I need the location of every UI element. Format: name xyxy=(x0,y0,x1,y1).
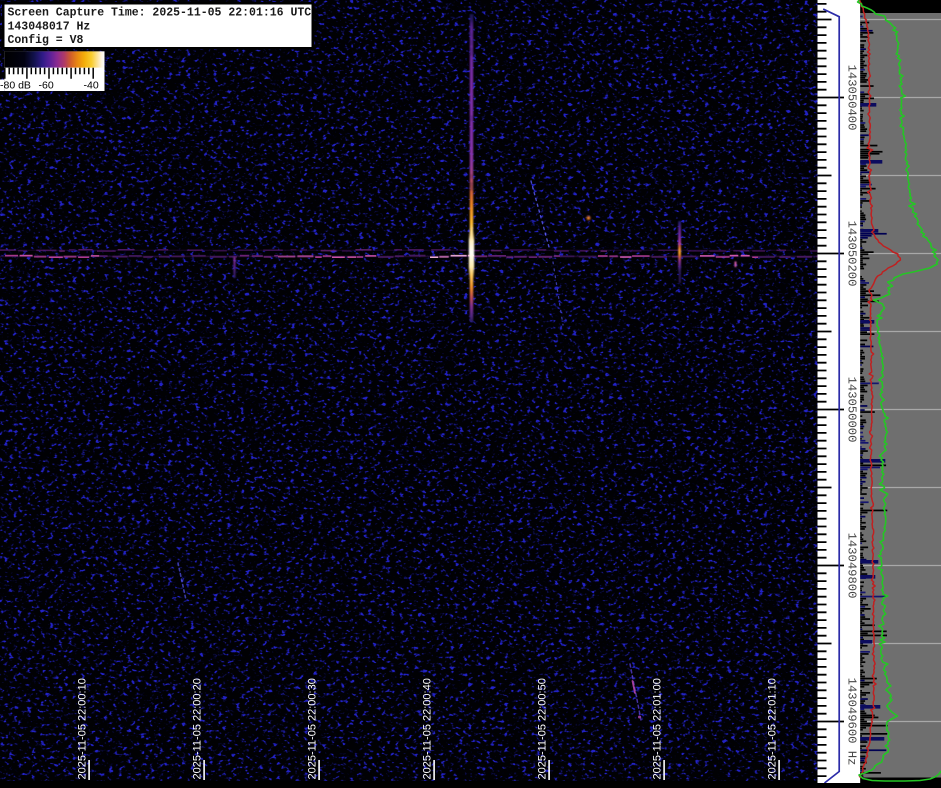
svg-text:2025-11-05 22:00:30: 2025-11-05 22:00:30 xyxy=(307,678,319,779)
svg-text:2025-11-05 22:00:10: 2025-11-05 22:00:10 xyxy=(77,678,89,779)
svg-text:143049800: 143049800 xyxy=(845,533,859,599)
svg-text:2025-11-05 22:00:50: 2025-11-05 22:00:50 xyxy=(537,678,549,779)
svg-text:2025-11-05 22:01:10: 2025-11-05 22:01:10 xyxy=(767,678,779,779)
svg-text:143049600 Hz: 143049600 Hz xyxy=(845,678,859,766)
svg-text:2025-11-05 22:00:20: 2025-11-05 22:00:20 xyxy=(192,678,204,779)
svg-text:-60: -60 xyxy=(39,80,54,92)
svg-text:2025-11-05 22:00:40: 2025-11-05 22:00:40 xyxy=(422,678,434,779)
svg-text:-80 dB: -80 dB xyxy=(0,80,31,92)
svg-text:143048017 Hz: 143048017 Hz xyxy=(8,20,91,33)
svg-text:Config = V8: Config = V8 xyxy=(8,34,84,47)
svg-text:143050400: 143050400 xyxy=(845,65,859,131)
svg-text:-40: -40 xyxy=(84,80,99,92)
svg-text:143050000: 143050000 xyxy=(845,377,859,443)
svg-text:143050200: 143050200 xyxy=(845,221,859,287)
svg-text:2025-11-05 22:01:00: 2025-11-05 22:01:00 xyxy=(652,678,664,779)
svg-text:Screen Capture Time: 2025-11-0: Screen Capture Time: 2025-11-05 22:01:16… xyxy=(8,7,312,20)
